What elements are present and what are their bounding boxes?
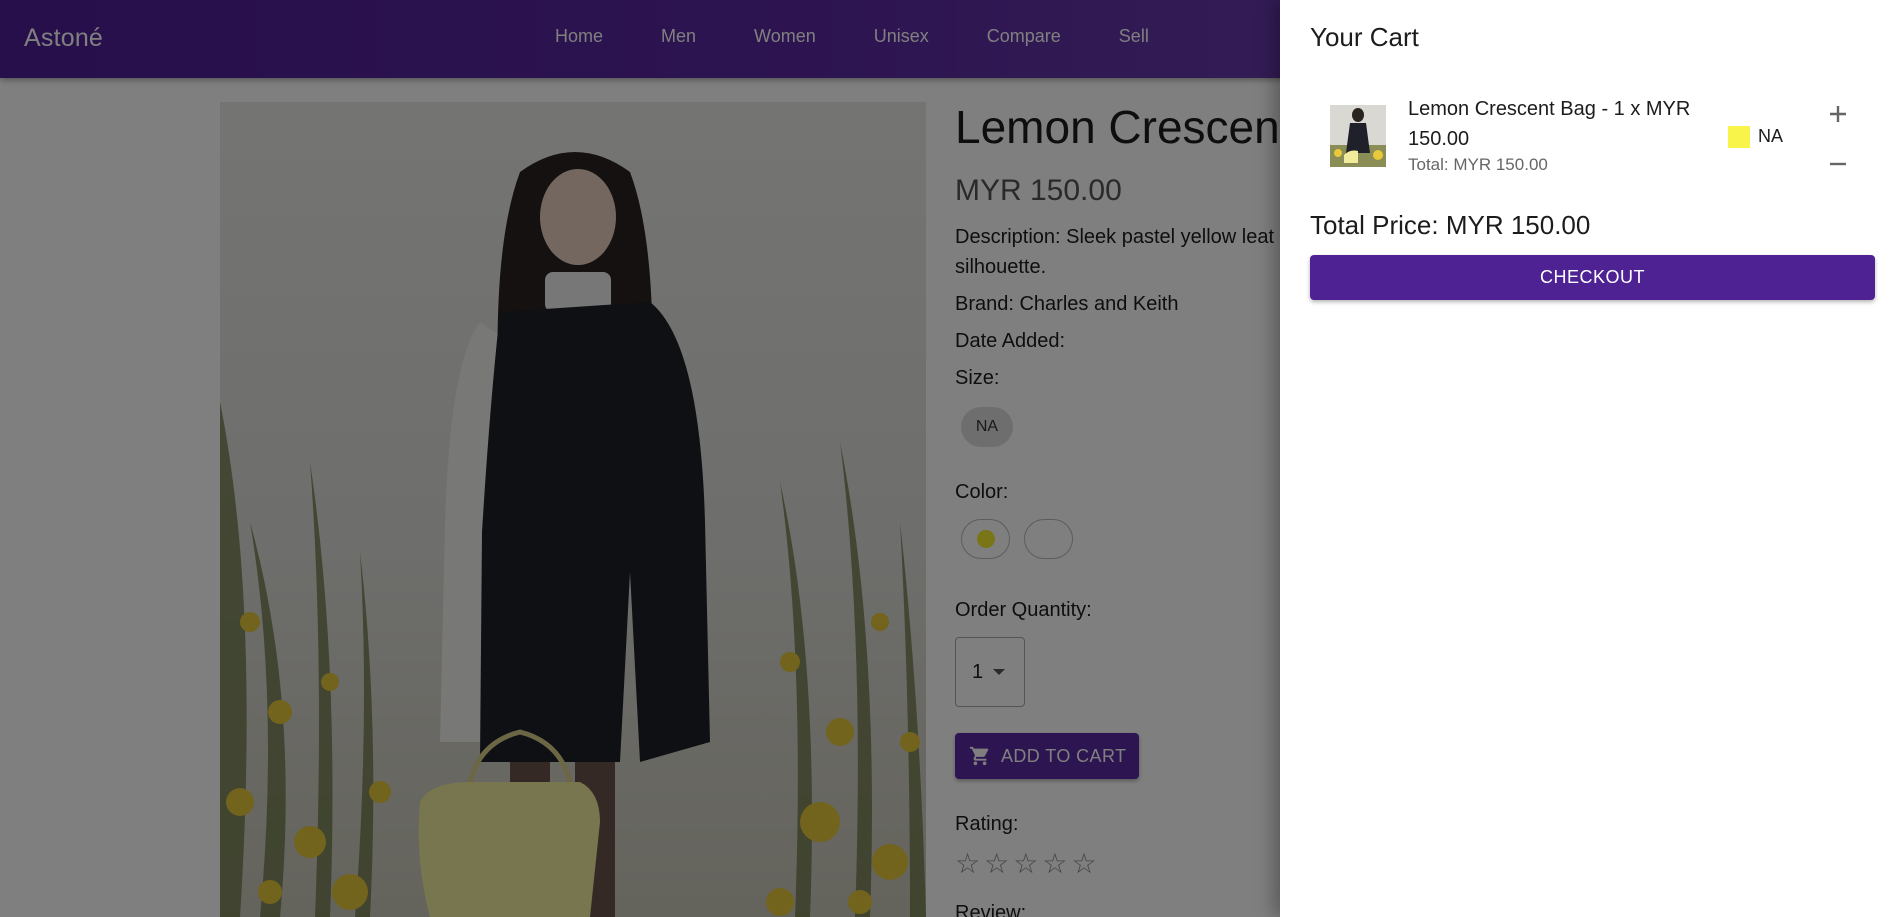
cart-item-thumbnail bbox=[1330, 105, 1386, 167]
checkout-button[interactable]: CHECKOUT bbox=[1310, 255, 1875, 300]
cart-item: Lemon Crescent Bag - 1 x MYR 150.00 Tota… bbox=[1330, 92, 1850, 182]
plus-icon bbox=[1830, 106, 1846, 122]
cart-item-size: NA bbox=[1758, 126, 1784, 146]
cart-item-name: Lemon Crescent Bag - 1 x MYR 150.00 bbox=[1408, 98, 1691, 150]
cart-drawer: Your Cart Lemon Crescent Bag - 1 x MYR 1… bbox=[1280, 0, 1899, 917]
minus-icon bbox=[1830, 162, 1846, 166]
cart-item-total: Total: MYR 150.00 bbox=[1408, 155, 1548, 174]
decrease-quantity-button[interactable] bbox=[1821, 147, 1855, 181]
cart-title: Your Cart bbox=[1310, 22, 1419, 52]
cart-item-color-swatch bbox=[1728, 126, 1750, 148]
increase-quantity-button[interactable] bbox=[1821, 97, 1855, 131]
cart-total-price: Total Price: MYR 150.00 bbox=[1310, 210, 1591, 240]
